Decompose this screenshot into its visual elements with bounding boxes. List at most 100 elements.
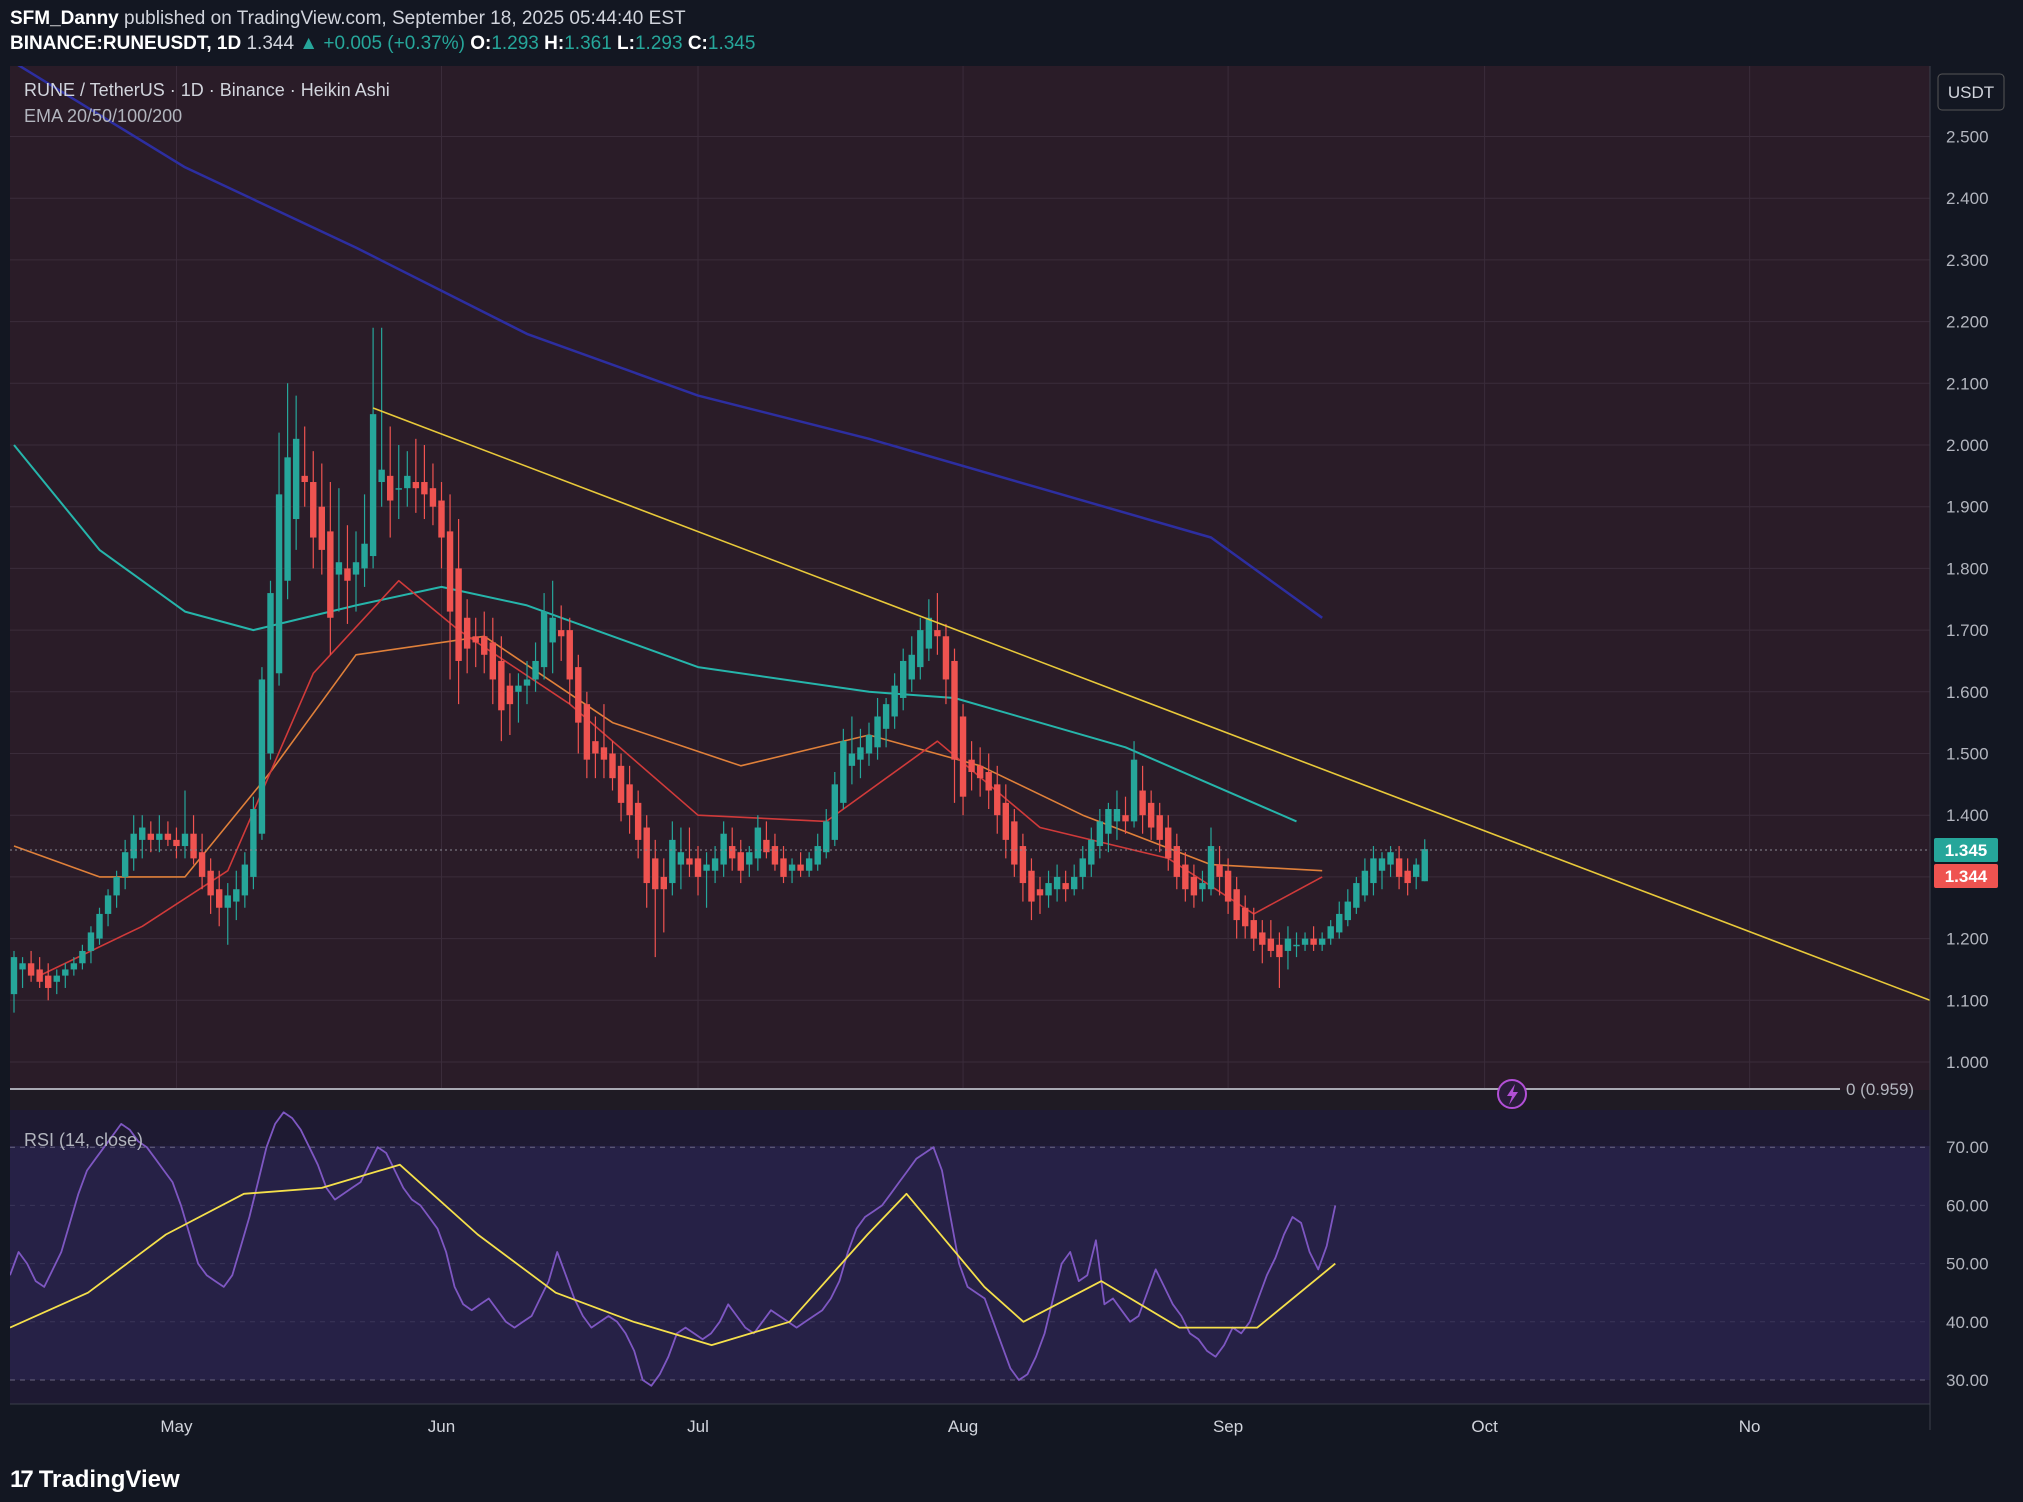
rsi-tick-label: 30.00 [1946,1371,1989,1390]
lightning-icon[interactable] [1497,1079,1527,1109]
candle-body [857,747,864,760]
candle-body [934,630,941,637]
rsi-tick-label: 60.00 [1946,1196,1989,1215]
candle-body [1327,926,1334,939]
candle-body [1079,858,1086,877]
candle-body [472,636,479,643]
candle-body [1113,809,1121,822]
candle-body [729,846,736,859]
candle-body [481,636,488,655]
price-tick-label: 1.100 [1946,991,1989,1010]
candle-body [1395,858,1403,877]
candle-body [190,833,197,859]
price-tick-label: 2.000 [1946,436,1989,455]
candle-body [506,685,514,705]
rsi-tick-label: 70.00 [1946,1138,1989,1157]
candle-body [250,809,257,877]
currency-button[interactable]: USDT [1937,73,2005,111]
candle-body [258,679,266,834]
candle-body [848,753,856,766]
current-price-badge-text: 1.345 [1945,841,1988,860]
price-tick-label: 1.600 [1946,683,1989,702]
candle-body [429,488,437,507]
candle-body [130,833,137,859]
price-tick-label: 1.400 [1946,806,1989,825]
candle-body [446,531,454,612]
candle-body [1011,821,1018,865]
candle-body [207,870,214,896]
candle-body [198,852,206,877]
candle-body [1284,938,1292,951]
price-tick-label: 2.100 [1946,374,1989,393]
candle-body [395,488,402,490]
tradingview-logo-text: TradingView [38,1466,180,1493]
candle-body [1361,870,1369,896]
candle-body [540,611,548,668]
candle-body [566,630,573,680]
candle-body [1045,883,1052,896]
candle-body [463,617,471,649]
gap-band [10,1090,1930,1110]
candle-body [1173,846,1180,877]
candle-body [1301,938,1309,945]
candle-body [275,494,283,674]
candle-body [626,784,633,816]
candle-body [908,654,915,680]
price-tick-label: 2.300 [1946,251,1989,270]
candle-body [515,685,522,692]
candle-body [352,562,360,575]
rsi-legend[interactable]: RSI (14, close) [24,1130,143,1150]
candle-body [882,704,890,729]
candle-body [746,852,753,865]
time-tick-label: Aug [948,1417,978,1436]
candle-body [703,864,710,871]
price-tick-label: 1.000 [1946,1053,1989,1072]
time-tick-label: Jul [687,1417,709,1436]
candle-body [1199,883,1206,890]
time-tick-label: No [1739,1417,1761,1436]
candle-body [1276,944,1283,958]
candle-body [412,482,420,489]
candle-body [267,593,274,754]
candle-body [959,716,967,797]
candle-body [292,438,300,520]
candle-body [1088,839,1095,865]
candle-body [891,685,898,717]
candle-body [301,475,308,483]
candle-body [1293,944,1300,947]
candle-body [45,975,52,988]
ema-legend[interactable]: EMA 20/50/100/200 [24,106,182,126]
candle-body [156,833,163,840]
current-price-badge: 1.345 [1934,838,1998,862]
time-tick-label: Oct [1471,1417,1498,1436]
candle-body [1036,889,1044,896]
candle-body [617,765,625,803]
candle-body [1028,870,1035,902]
candle-body [1387,852,1394,865]
candle-body [1370,858,1377,884]
candle-body [1182,864,1189,890]
candle-body [173,839,180,847]
candle-body [489,642,496,680]
candle-body [677,852,685,865]
candle-body [36,969,43,982]
candle-body [532,660,539,680]
candle-body [1413,864,1420,877]
chart-canvas[interactable]: 1.0001.1001.2001.3001.4001.5001.6001.700… [0,0,2023,1502]
candle-body [455,568,462,661]
candle-body [788,864,796,871]
candle-body [1353,883,1360,908]
candle-body [104,895,112,914]
tradingview-logo[interactable]: 17 TradingView [10,1466,180,1494]
price-tick-label: 1.900 [1946,498,1989,517]
candle-body [1421,849,1428,882]
price-tick-label: 2.500 [1946,128,1989,147]
candle-body [87,932,95,951]
candle-body [780,858,787,877]
candle-body [797,864,804,871]
candle-body [558,630,565,637]
candle-body [335,562,343,575]
candle-body [754,827,762,859]
candle-body [387,475,394,501]
candle-body [421,482,428,495]
